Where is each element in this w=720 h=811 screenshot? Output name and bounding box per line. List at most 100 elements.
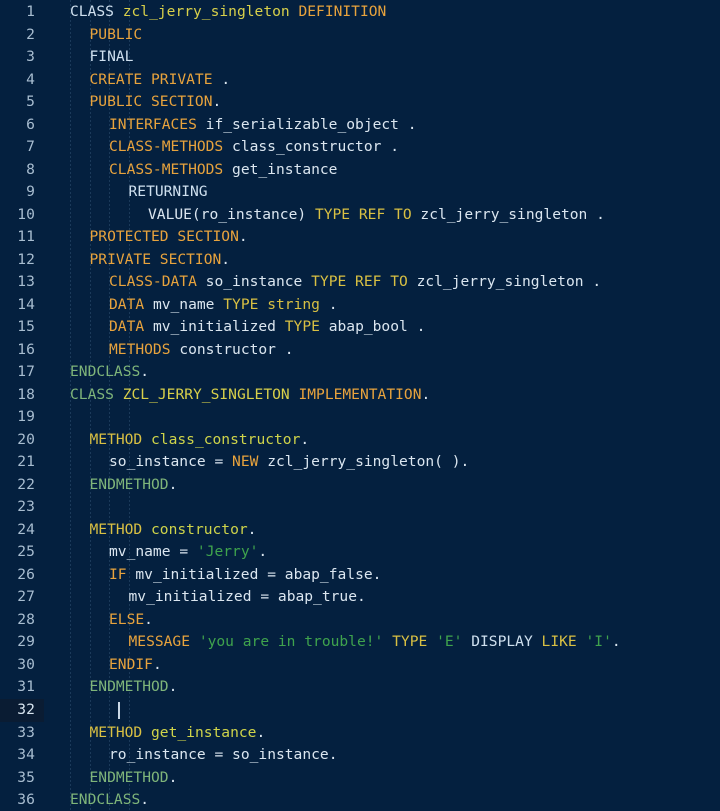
line-number[interactable]: 2 (0, 24, 44, 47)
code-line[interactable]: 17 ENDCLASS. (0, 361, 720, 384)
code-line-content[interactable]: PRIVATE SECTION. (44, 249, 720, 272)
line-number[interactable]: 7 (0, 136, 44, 159)
code-line[interactable]: 21 so_instance = NEW zcl_jerry_singleton(… (0, 451, 720, 474)
code-line[interactable]: 23 (0, 496, 720, 519)
line-number[interactable]: 6 (0, 114, 44, 137)
code-line[interactable]: 26 IF mv_initialized = abap_false. (0, 564, 720, 587)
code-line-content[interactable]: ENDMETHOD. (44, 676, 720, 699)
code-line[interactable]: 2 PUBLIC (0, 24, 720, 47)
code-line[interactable]: 32 (0, 698, 720, 722)
code-line-content[interactable]: RETURNING (44, 181, 720, 204)
code-line-content[interactable] (44, 699, 720, 722)
code-line[interactable]: 1 CLASS zcl_jerry_singleton DEFINITION (0, 1, 720, 24)
line-number[interactable]: 13 (0, 271, 44, 294)
code-line[interactable]: 16 METHODS constructor . (0, 339, 720, 362)
code-line-content[interactable]: so_instance = NEW zcl_jerry_singleton( )… (44, 451, 720, 474)
code-line[interactable]: 20 METHOD class_constructor. (0, 429, 720, 452)
code-line-content[interactable]: CLASS ZCL_JERRY_SINGLETON IMPLEMENTATION… (44, 384, 720, 407)
code-line-content[interactable]: METHOD class_constructor. (44, 429, 720, 452)
code-line-content[interactable]: CLASS zcl_jerry_singleton DEFINITION (44, 1, 720, 24)
code-line[interactable]: 30 ENDIF. (0, 654, 720, 677)
code-line-content[interactable]: DATA mv_name TYPE string . (44, 294, 720, 317)
code-line[interactable]: 8 CLASS-METHODS get_instance (0, 159, 720, 182)
line-number[interactable]: 22 (0, 474, 44, 497)
code-line[interactable]: 25 mv_name = 'Jerry'. (0, 541, 720, 564)
code-line-content[interactable]: METHODS constructor . (44, 339, 720, 362)
line-number[interactable]: 19 (0, 406, 44, 429)
line-number[interactable]: 14 (0, 294, 44, 317)
line-number[interactable]: 10 (0, 204, 44, 227)
code-line[interactable]: 7 CLASS-METHODS class_constructor . (0, 136, 720, 159)
code-line-content[interactable]: ENDIF. (44, 654, 720, 677)
line-number[interactable]: 34 (0, 744, 44, 767)
code-line[interactable]: 27 mv_initialized = abap_true. (0, 586, 720, 609)
line-number[interactable]: 25 (0, 541, 44, 564)
code-line[interactable]: 13 CLASS-DATA so_instance TYPE REF TO zcl… (0, 271, 720, 294)
code-line-content[interactable]: ENDCLASS. (44, 361, 720, 384)
line-number[interactable]: 27 (0, 586, 44, 609)
line-number[interactable]: 21 (0, 451, 44, 474)
code-line-content[interactable]: MESSAGE 'you are in trouble!' TYPE 'E' D… (44, 631, 720, 654)
code-line-content[interactable]: METHOD constructor. (44, 519, 720, 542)
line-number[interactable]: 23 (0, 496, 44, 519)
line-number[interactable]: 16 (0, 339, 44, 362)
line-number[interactable]: 3 (0, 46, 44, 69)
line-number[interactable]: 9 (0, 181, 44, 204)
line-number[interactable]: 32 (0, 698, 44, 722)
code-line[interactable]: 19 (0, 406, 720, 429)
code-line[interactable]: 24 METHOD constructor. (0, 519, 720, 542)
line-number[interactable]: 24 (0, 519, 44, 542)
code-line[interactable]: 15 DATA mv_initialized TYPE abap_bool . (0, 316, 720, 339)
code-line-content[interactable]: CREATE PRIVATE . (44, 69, 720, 92)
code-line[interactable]: 5 PUBLIC SECTION. (0, 91, 720, 114)
code-line-content[interactable]: mv_name = 'Jerry'. (44, 541, 720, 564)
line-number[interactable]: 18 (0, 384, 44, 407)
code-line-content[interactable]: PUBLIC (44, 24, 720, 47)
code-line[interactable]: 10 VALUE(ro_instance) TYPE REF TO zcl_jer… (0, 204, 720, 227)
code-line-content[interactable] (44, 496, 720, 519)
line-number[interactable]: 31 (0, 676, 44, 699)
code-line-content[interactable]: DATA mv_initialized TYPE abap_bool . (44, 316, 720, 339)
code-line[interactable]: 6 INTERFACES if_serializable_object . (0, 114, 720, 137)
code-line[interactable]: 29 MESSAGE 'you are in trouble!' TYPE 'E'… (0, 631, 720, 654)
code-line[interactable]: 36 ENDCLASS. (0, 789, 720, 811)
code-line-content[interactable]: METHOD get_instance. (44, 722, 720, 745)
line-number[interactable]: 12 (0, 249, 44, 272)
line-number[interactable]: 20 (0, 429, 44, 452)
line-number[interactable]: 17 (0, 361, 44, 384)
line-number[interactable]: 35 (0, 767, 44, 790)
code-line-content[interactable]: CLASS-METHODS get_instance (44, 159, 720, 182)
line-number[interactable]: 1 (0, 1, 44, 24)
line-number[interactable]: 8 (0, 159, 44, 182)
code-line[interactable]: 28 ELSE. (0, 609, 720, 632)
code-line[interactable]: 11 PROTECTED SECTION. (0, 226, 720, 249)
code-line[interactable]: 4 CREATE PRIVATE . (0, 69, 720, 92)
code-line-content[interactable]: CLASS-DATA so_instance TYPE REF TO zcl_j… (44, 271, 720, 294)
code-line-content[interactable]: PROTECTED SECTION. (44, 226, 720, 249)
code-line-content[interactable]: mv_initialized = abap_true. (44, 586, 720, 609)
code-line[interactable]: 9 RETURNING (0, 181, 720, 204)
code-line[interactable]: 12 PRIVATE SECTION. (0, 249, 720, 272)
code-line-content[interactable]: CLASS-METHODS class_constructor . (44, 136, 720, 159)
code-line-content[interactable]: ro_instance = so_instance. (44, 744, 720, 767)
code-line[interactable]: 34 ro_instance = so_instance. (0, 744, 720, 767)
line-number[interactable]: 30 (0, 654, 44, 677)
code-line-content[interactable]: INTERFACES if_serializable_object . (44, 114, 720, 137)
line-number[interactable]: 15 (0, 316, 44, 339)
line-number[interactable]: 28 (0, 609, 44, 632)
code-line-content[interactable]: ENDMETHOD. (44, 767, 720, 790)
code-line[interactable]: 22 ENDMETHOD. (0, 474, 720, 497)
code-line[interactable]: 35 ENDMETHOD. (0, 767, 720, 790)
line-number[interactable]: 5 (0, 91, 44, 114)
line-number[interactable]: 26 (0, 564, 44, 587)
code-line-content[interactable]: IF mv_initialized = abap_false. (44, 564, 720, 587)
code-line-content[interactable]: PUBLIC SECTION. (44, 91, 720, 114)
code-line[interactable]: 33 METHOD get_instance. (0, 722, 720, 745)
line-number[interactable]: 11 (0, 226, 44, 249)
code-line-content[interactable]: VALUE(ro_instance) TYPE REF TO zcl_jerry… (44, 204, 720, 227)
code-line-content[interactable]: ENDCLASS. (44, 789, 720, 811)
code-line-content[interactable]: FINAL (44, 46, 720, 69)
code-editor[interactable]: 1 CLASS zcl_jerry_singleton DEFINITION 2 PU… (0, 0, 720, 811)
line-number[interactable]: 36 (0, 789, 44, 811)
line-number[interactable]: 4 (0, 69, 44, 92)
